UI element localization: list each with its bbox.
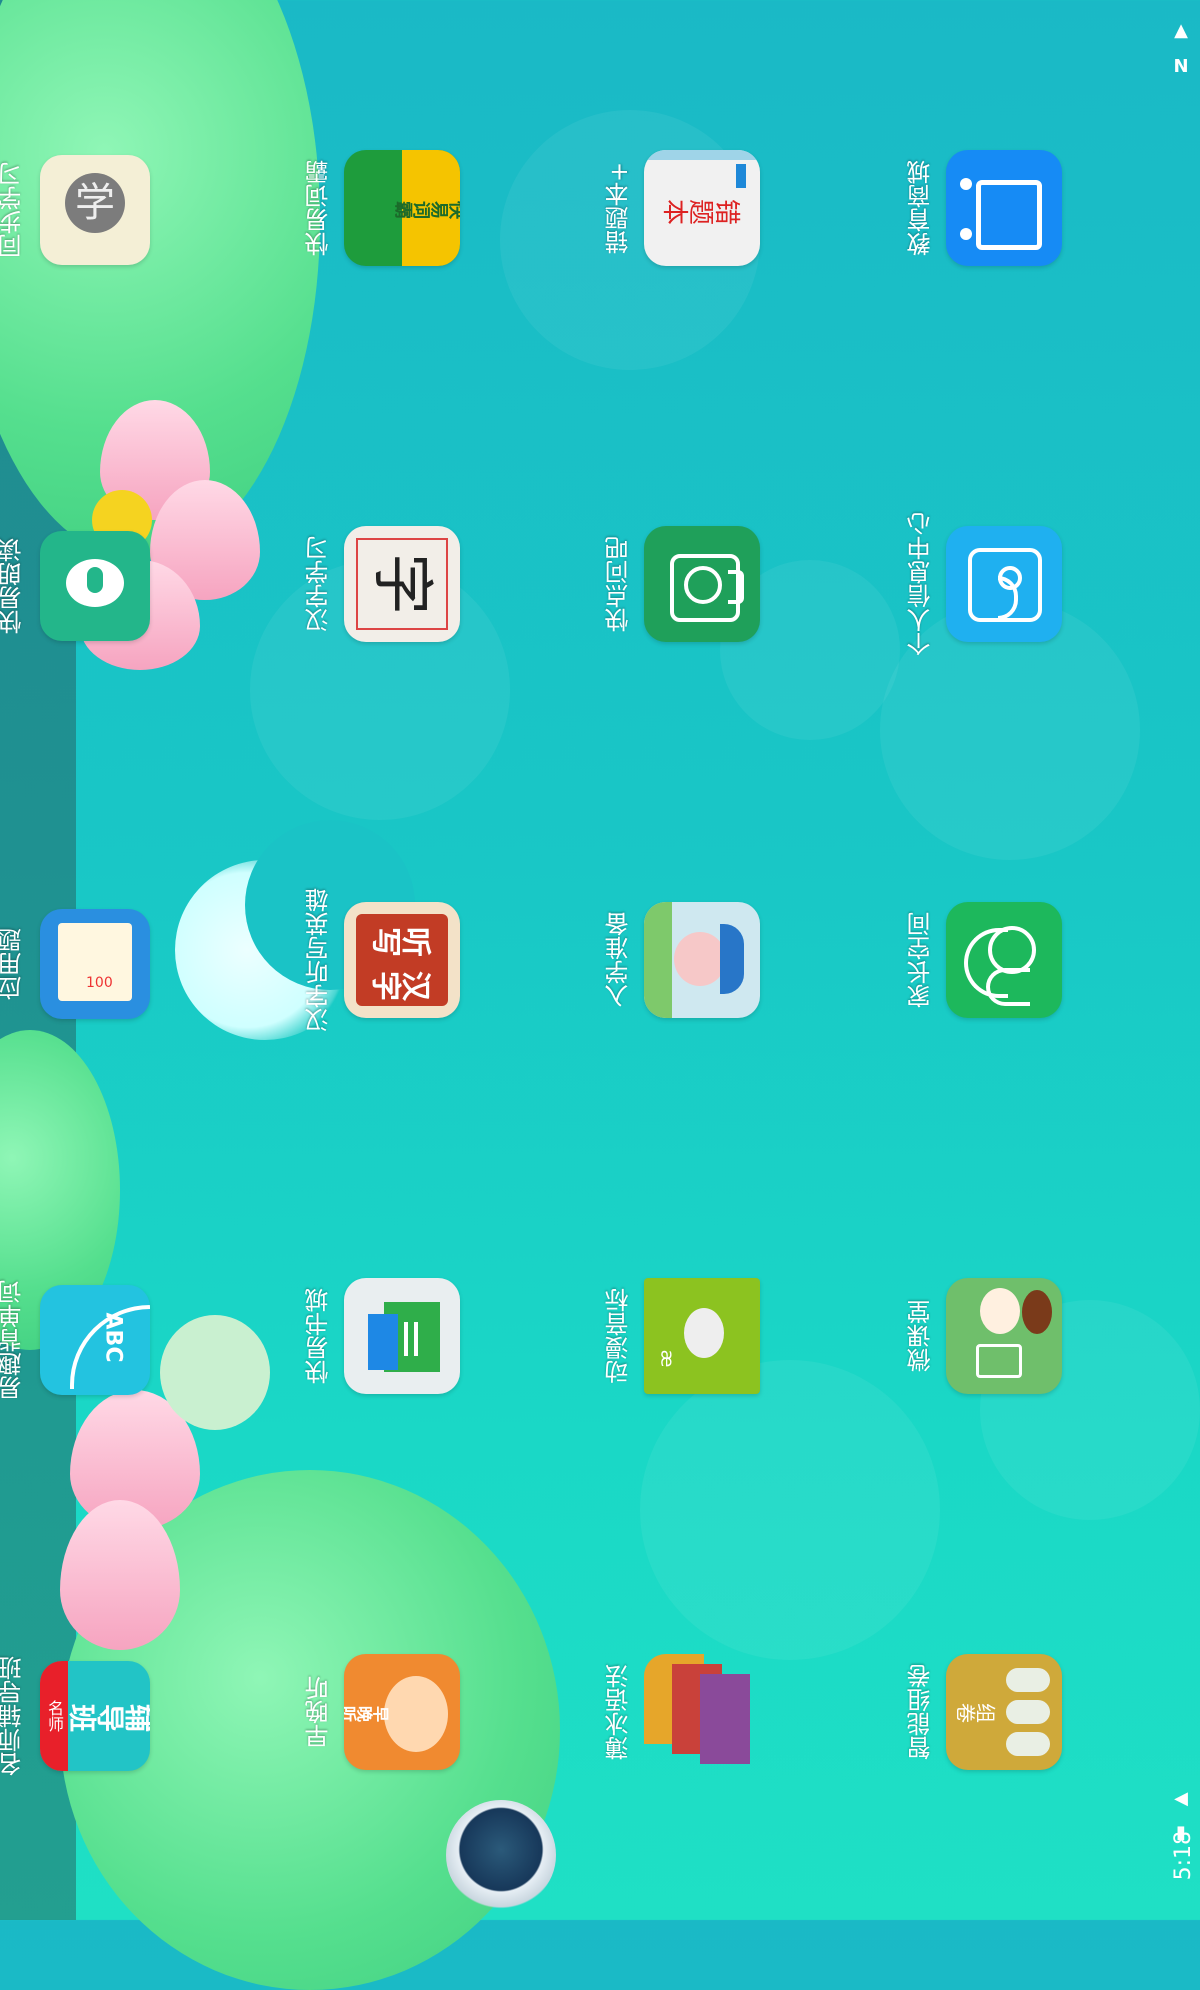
app-dictionary[interactable]: 快易词霸 快易词霸 — [305, 150, 460, 266]
app-label: 易趣背单词 — [0, 1280, 26, 1400]
user-info-icon — [946, 526, 1062, 642]
n-icon: N — [1173, 56, 1189, 77]
dictation-icon: 汉字听写 — [344, 902, 460, 1018]
status-bar: ▲ N ◀ ▮ 5:18 — [1160, 0, 1200, 1920]
app-user-info[interactable]: 个人信息中心 — [907, 512, 1062, 656]
app-label: 智能组卷 — [907, 1664, 935, 1760]
app-label: 快易词霸 — [305, 160, 333, 256]
status-time: 5:18 — [1171, 1830, 1196, 1880]
app-error-book[interactable]: 错题本 错题本+ — [605, 150, 760, 266]
app-label: 个人信息中心 — [907, 512, 935, 656]
app-label: 薄冰语法 — [605, 1664, 633, 1760]
dictionary-icon: 快易词霸 — [344, 150, 460, 266]
robot-assistant-icon[interactable] — [446, 1800, 556, 1910]
app-label: 应用题 — [0, 928, 26, 1000]
app-label: 名师辅导班 — [0, 1656, 26, 1776]
app-grammar[interactable]: 薄冰语法 — [605, 1654, 760, 1770]
microphone-icon — [40, 531, 150, 641]
notification-icon: ▲ — [1174, 20, 1188, 41]
app-label: 快点问吧 — [605, 536, 633, 632]
phonetics-icon: æ — [644, 1278, 760, 1394]
app-education-mall[interactable]: 教育商城 — [907, 150, 1062, 266]
lotus-seedpod — [160, 1315, 270, 1430]
app-label: 早晚听 — [305, 1676, 333, 1748]
app-micro-class[interactable]: 微课堂 — [907, 1278, 1062, 1394]
app-school-prep[interactable]: 入学准备 — [605, 902, 760, 1018]
sync-study-icon: 学 — [40, 155, 150, 265]
app-morning-evening-listen[interactable]: 早晚听 早晚听 — [305, 1654, 460, 1770]
app-vocabulary[interactable]: ABC 易趣背单词 — [0, 1280, 153, 1400]
app-label: 汉字学习 — [305, 536, 333, 632]
app-hanzi[interactable]: 字 汉字学习 — [305, 526, 460, 642]
app-bookstore[interactable]: 快易书城 — [305, 1278, 460, 1394]
error-book-icon: 错题本 — [644, 150, 760, 266]
tutor-class-icon: 名师 辅导班 — [40, 1661, 150, 1771]
micro-class-icon — [946, 1278, 1062, 1394]
app-phonetics[interactable]: æ 动漫音标 — [605, 1278, 760, 1394]
app-sync-study[interactable]: 学 同步学习 — [0, 152, 153, 268]
app-label: 汉字听写英雄 — [305, 888, 333, 1032]
listen-icon: 早晚听 — [344, 1654, 460, 1770]
app-label: 入学准备 — [605, 912, 633, 1008]
wifi-icon: ◀ — [1174, 1788, 1188, 1809]
shopping-icon — [946, 150, 1062, 266]
app-read-aloud[interactable]: 快易朗读 — [0, 528, 153, 644]
app-parents-space[interactable]: 家长空间 — [907, 902, 1062, 1018]
grammar-icon — [644, 1654, 760, 1770]
hanzi-icon: 字 — [344, 526, 460, 642]
parents-icon — [946, 902, 1062, 1018]
app-ask[interactable]: 快点问吧 — [605, 526, 760, 642]
camera-icon — [644, 526, 760, 642]
word-problem-icon: 100 — [40, 909, 150, 1019]
school-prep-icon — [644, 902, 760, 1018]
app-label: 家长空间 — [907, 912, 935, 1008]
app-label: 快易书城 — [305, 1288, 333, 1384]
app-label: 教育商城 — [907, 160, 935, 256]
app-smart-exam[interactable]: 组卷 智能组卷 — [907, 1654, 1062, 1770]
app-label: 微课堂 — [907, 1300, 935, 1372]
app-tutor-class[interactable]: 名师 辅导班 名师辅导班 — [0, 1656, 153, 1776]
app-label: 快易朗读 — [0, 538, 26, 634]
app-label: 同步学习 — [0, 162, 26, 258]
app-word-problem[interactable]: 100 应用题 — [0, 906, 153, 1022]
app-label: 动漫音标 — [605, 1288, 633, 1384]
app-dictation[interactable]: 汉字听写 汉字听写英雄 — [305, 888, 460, 1032]
abc-icon: ABC — [40, 1285, 150, 1395]
exam-paper-icon: 组卷 — [946, 1654, 1062, 1770]
bookstore-icon — [344, 1278, 460, 1394]
app-label: 错题本+ — [605, 161, 633, 255]
